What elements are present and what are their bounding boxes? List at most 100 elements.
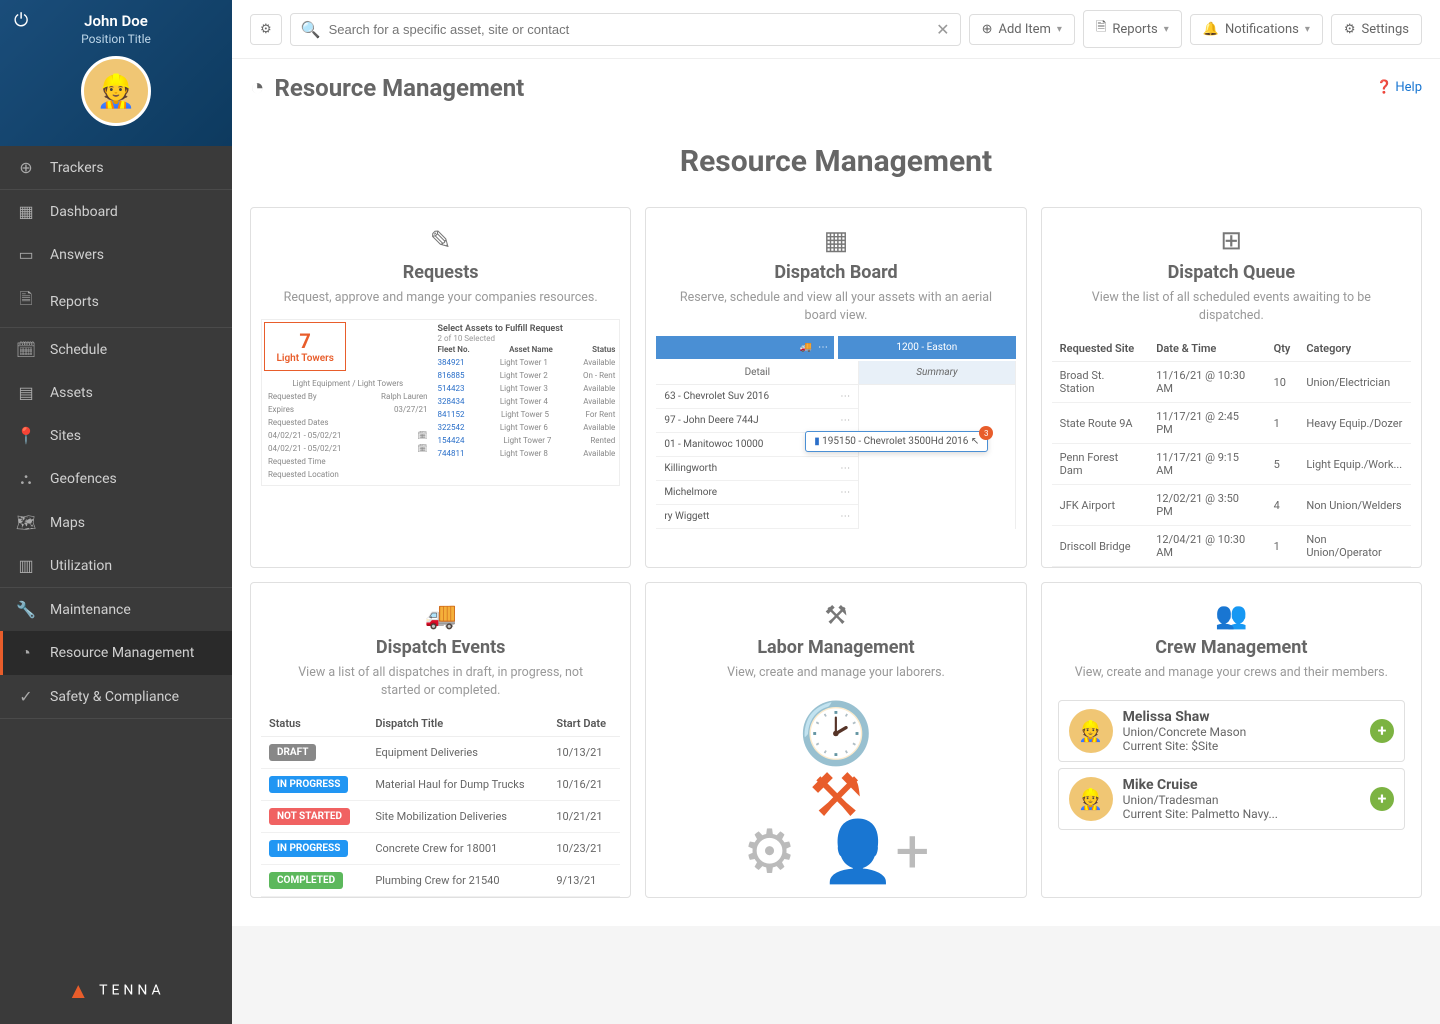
card-title: Labor Management — [757, 637, 914, 658]
cursor-icon: ↖ — [971, 436, 979, 447]
sidebar-item-safety[interactable]: ✓Safety & Compliance — [0, 675, 232, 718]
main: ⚙ 🔍 ✕ ⊕Add Item▾ 🗎Reports▾ 🔔Notification… — [232, 0, 1440, 1024]
content-area: Resource Management ✎ Requests Request, … — [232, 116, 1440, 1024]
card-dispatch-board[interactable]: ▦ Dispatch Board Reserve, schedule and v… — [645, 207, 1026, 568]
table-row: IN PROGRESSMaterial Haul for Dump Trucks… — [261, 769, 620, 801]
topbar: ⚙ 🔍 ✕ ⊕Add Item▾ 🗎Reports▾ 🔔Notification… — [232, 0, 1440, 58]
card-title: Dispatch Events — [376, 637, 506, 658]
status-badge: IN PROGRESS — [269, 776, 348, 793]
sidebar-item-geofences[interactable]: ⛬Geofences — [0, 457, 232, 501]
sidebar-item-dashboard[interactable]: ▦Dashboard — [0, 190, 232, 233]
sidebar-item-trackers[interactable]: ⊕Trackers — [0, 146, 232, 189]
dispatch-queue-preview: Requested Site Date & Time Qty Category … — [1052, 336, 1411, 567]
avatar: 👷 — [1069, 709, 1113, 753]
card-labor-management[interactable]: ⚒ Labor Management View, create and mana… — [645, 582, 1026, 898]
user-name: John Doe — [0, 12, 232, 30]
table-row: 384921Light Tower 1Available — [438, 356, 616, 369]
maps-icon: 🗺 — [16, 513, 36, 532]
truck-icon: 🚚 — [424, 601, 456, 631]
file-icon: 🗎 — [1096, 18, 1106, 40]
card-desc: Reserve, schedule and view all your asse… — [656, 289, 1015, 324]
dispatch-popup: ▮ 195150 - Chevrolet 3500Hd 2016 3 ↖ — [805, 431, 988, 452]
status-badge: NOT STARTED — [269, 808, 350, 825]
table-row: 154424Light Tower 7Rented — [438, 434, 616, 447]
table-row: COMPLETEDPlumbing Crew for 215409/13/21 — [261, 865, 620, 897]
table-row: Penn Forest Dam11/17/21 @ 9:15 AM5Light … — [1052, 444, 1411, 485]
sidebar-item-assets[interactable]: ▤Assets — [0, 371, 232, 414]
table-row: 514423Light Tower 3Available — [438, 382, 616, 395]
search-icon: 🔍 — [301, 20, 321, 39]
sidebar-item-reports[interactable]: 🗎Reports — [0, 276, 232, 327]
sidebar-item-utilization[interactable]: ▥Utilization — [0, 544, 232, 587]
maintenance-icon: 🔧 — [16, 600, 36, 619]
card-dispatch-events[interactable]: 🚚 Dispatch Events View a list of all dis… — [250, 582, 631, 898]
crew-item[interactable]: 👷Mike CruiseUnion/TradesmanCurrent Site:… — [1058, 768, 1405, 830]
chevron-down-icon: ▾ — [1164, 24, 1169, 35]
queue-icon: ⊞ — [1220, 226, 1242, 256]
utilization-icon: ▥ — [16, 556, 36, 575]
avatar[interactable]: 👷 — [81, 56, 151, 126]
search-wrap: 🔍 ✕ — [290, 13, 961, 46]
gear-icon: ⚙ — [1344, 22, 1356, 37]
table-row: DRAFTEquipment Deliveries10/13/21 — [261, 737, 620, 769]
card-title: Dispatch Queue — [1168, 262, 1296, 283]
table-row: IN PROGRESSConcrete Crew for 1800110/23/… — [261, 833, 620, 865]
status-badge: IN PROGRESS — [269, 840, 348, 857]
resource-icon: ◔ — [16, 643, 36, 663]
tools-icon: ⚒ — [824, 601, 847, 631]
filter-button[interactable]: ⚙ — [250, 14, 282, 45]
group-icon: 👥 — [1215, 601, 1247, 631]
sidebar-item-schedule[interactable]: 🗓Schedule — [0, 328, 232, 371]
sidebar-item-maps[interactable]: 🗺Maps — [0, 501, 232, 544]
table-row: Broad St. Station11/16/21 @ 10:30 AM10Un… — [1052, 362, 1411, 403]
crew-item[interactable]: 👷Melissa ShawUnion/Concrete MasonCurrent… — [1058, 700, 1405, 762]
power-icon[interactable]: ⏻ — [14, 10, 28, 31]
sidebar-item-answers[interactable]: ▭Answers — [0, 233, 232, 276]
schedule-icon: 🗓 — [16, 340, 36, 359]
card-requests[interactable]: ✎ Requests Request, approve and mange yo… — [250, 207, 631, 568]
table-row: 816885Light Tower 2On - Rent — [438, 369, 616, 382]
card-dispatch-queue[interactable]: ⊞ Dispatch Queue View the list of all sc… — [1041, 207, 1422, 568]
list-item: 97 - John Deere 744J⋯ — [656, 409, 858, 433]
crew-site: Current Site: Palmetto Navy... — [1123, 807, 1370, 821]
card-title: Requests — [403, 262, 479, 283]
page-header: ◔Resource Management ❓ Help — [232, 58, 1440, 116]
reports-button[interactable]: 🗎Reports▾ — [1083, 10, 1182, 48]
truck-icon: 🚚 — [800, 342, 812, 353]
bell-icon: 🔔 — [1203, 22, 1219, 37]
table-row: 322542Light Tower 6Available — [438, 421, 616, 434]
settings-button[interactable]: ⚙Settings — [1331, 14, 1422, 45]
dispatch-board-preview: 🚚⋯ 1200 - Easton Detail 63 - Chevrolet S… — [656, 336, 1015, 567]
avatar: 👷 — [1069, 777, 1113, 821]
sidebar-item-sites[interactable]: 📍Sites — [0, 414, 232, 457]
add-item-button[interactable]: ⊕Add Item▾ — [969, 14, 1075, 45]
clear-icon[interactable]: ✕ — [936, 20, 949, 39]
card-crew-management[interactable]: 👥 Crew Management View, create and manag… — [1041, 582, 1422, 898]
status-badge: DRAFT — [269, 744, 316, 761]
add-button[interactable]: + — [1370, 719, 1394, 743]
list-item: 01 - Manitowoc 10000⋯▮ 195150 - Chevrole… — [656, 433, 858, 457]
card-desc: View, create and manage your crews and t… — [1055, 664, 1408, 682]
plus-icon: ⊕ — [982, 22, 993, 37]
notifications-button[interactable]: 🔔Notifications▾ — [1190, 14, 1323, 45]
add-button[interactable]: + — [1370, 787, 1394, 811]
card-desc: Request, approve and mange your companie… — [264, 289, 618, 307]
help-link[interactable]: ❓ Help — [1376, 80, 1422, 95]
table-row: 328434Light Tower 4Available — [438, 395, 616, 408]
search-input[interactable] — [329, 22, 937, 37]
reports-icon: 🗎 — [16, 288, 36, 315]
sidebar-item-resource[interactable]: ◔Resource Management — [0, 631, 232, 675]
status-badge: COMPLETED — [269, 872, 343, 889]
cards-grid: ✎ Requests Request, approve and mange yo… — [250, 207, 1422, 898]
list-item: Michelmore⋯ — [656, 481, 858, 505]
dispatch-events-preview: Status Dispatch Title Start Date DRAFTEq… — [261, 711, 620, 897]
sidebar-item-maintenance[interactable]: 🔧Maintenance — [0, 588, 232, 631]
help-icon: ❓ — [1376, 80, 1392, 95]
sidebar-header: ⏻ John Doe Position Title 👷 — [0, 0, 232, 146]
pie-icon: ◔ — [250, 73, 265, 102]
crew-site: Current Site: $Site — [1123, 739, 1370, 753]
dashboard-icon: ▦ — [16, 202, 36, 221]
sites-icon: 📍 — [16, 426, 36, 445]
card-title: Dispatch Board — [774, 262, 897, 283]
list-item: Killingworth⋯ — [656, 457, 858, 481]
